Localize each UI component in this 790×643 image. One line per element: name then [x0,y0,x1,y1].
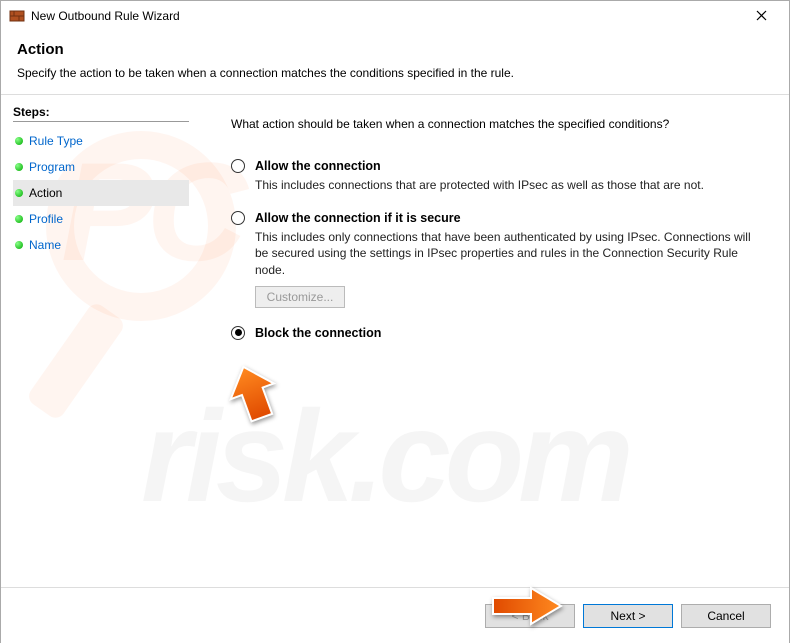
bullet-icon [15,163,23,171]
bullet-icon [15,241,23,249]
close-button[interactable] [741,2,781,30]
step-name[interactable]: Name [13,232,189,258]
cancel-button[interactable]: Cancel [681,604,771,628]
option-block: Block the connection [231,326,759,340]
footer: < Back Next > Cancel [1,587,789,643]
step-label: Rule Type [29,134,83,148]
option-allow-secure-title: Allow the connection if it is secure [255,211,461,225]
option-allow-secure-desc: This includes only connections that have… [255,229,759,278]
titlebar: New Outbound Rule Wizard [1,1,789,31]
radio-allow[interactable] [231,159,245,173]
option-allow-title: Allow the connection [255,159,381,173]
bullet-icon [15,189,23,197]
step-label: Program [29,160,75,174]
window-title: New Outbound Rule Wizard [31,9,741,23]
page-subheading: Specify the action to be taken when a co… [17,66,773,80]
customize-button: Customize... [255,286,345,308]
option-block-title: Block the connection [255,326,381,340]
step-profile[interactable]: Profile [13,206,189,232]
steps-label: Steps: [13,105,189,122]
header: Action Specify the action to be taken wh… [1,31,789,95]
body: Steps: Rule Type Program Action Profile … [1,95,789,587]
step-action[interactable]: Action [13,180,189,206]
bullet-icon [15,215,23,223]
back-button[interactable]: < Back [485,604,575,628]
step-label: Action [29,186,62,200]
wizard-window: PC risk.com New Outbound Rule Wizard Act… [0,0,790,643]
radio-block[interactable] [231,326,245,340]
bullet-icon [15,137,23,145]
close-icon [756,10,767,21]
option-allow-secure: Allow the connection if it is secure Thi… [231,211,759,308]
prompt-text: What action should be taken when a conne… [231,117,759,131]
content-pane: What action should be taken when a conne… [201,95,789,587]
step-label: Profile [29,212,63,226]
radio-allow-secure[interactable] [231,211,245,225]
steps-sidebar: Steps: Rule Type Program Action Profile … [1,95,201,587]
firewall-icon [9,8,25,24]
step-label: Name [29,238,61,252]
option-allow: Allow the connection This includes conne… [231,159,759,193]
option-allow-desc: This includes connections that are prote… [255,177,759,193]
page-heading: Action [17,41,773,58]
next-button[interactable]: Next > [583,604,673,628]
step-rule-type[interactable]: Rule Type [13,128,189,154]
step-program[interactable]: Program [13,154,189,180]
